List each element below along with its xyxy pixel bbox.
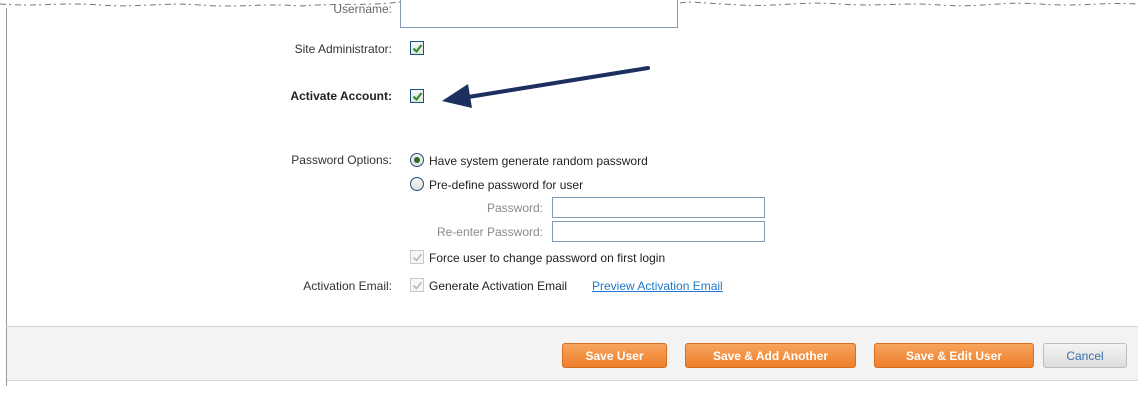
generate-password-radio[interactable]: [410, 153, 424, 167]
force-change-checkbox[interactable]: [410, 250, 424, 264]
username-input[interactable]: [400, 0, 678, 28]
activate-account-label: Activate Account:: [290, 89, 392, 103]
user-form-page: Username: Site Administrator: Activate A…: [0, 0, 1138, 398]
force-change-label: Force user to change password on first l…: [429, 251, 666, 265]
predefine-password-label: Pre-define password for user: [429, 178, 584, 192]
preview-activation-link[interactable]: Preview Activation Email: [592, 279, 723, 293]
annotation-arrow-icon: [442, 66, 650, 108]
password-input[interactable]: [552, 197, 765, 218]
site-admin-label: Site Administrator:: [294, 42, 392, 56]
generate-activation-label: Generate Activation Email: [429, 279, 568, 293]
save-user-button[interactable]: Save User: [562, 343, 667, 368]
checkbox-checked-icon: [412, 91, 422, 101]
password-options-label: Password Options:: [291, 153, 392, 167]
predefine-password-radio[interactable]: [410, 177, 424, 191]
generate-activation-checkbox[interactable]: [410, 278, 424, 292]
checkbox-checked-icon: [412, 43, 422, 53]
cancel-button[interactable]: Cancel: [1043, 343, 1127, 368]
radio-selected-icon: [414, 157, 420, 163]
reenter-password-input[interactable]: [552, 221, 765, 242]
generate-password-label: Have system generate random password: [429, 154, 648, 168]
site-admin-checkbox[interactable]: [410, 41, 424, 55]
activate-account-checkbox[interactable]: [410, 89, 424, 103]
save-add-another-button[interactable]: Save & Add Another: [685, 343, 856, 368]
username-label: Username:: [333, 2, 392, 16]
checkbox-checked-icon: [412, 253, 422, 262]
save-edit-user-button[interactable]: Save & Edit User: [874, 343, 1034, 368]
reenter-password-label: Re-enter Password:: [436, 225, 543, 239]
checkbox-checked-icon: [412, 281, 422, 290]
activation-email-label: Activation Email:: [303, 279, 392, 293]
password-label: Password:: [486, 201, 543, 215]
